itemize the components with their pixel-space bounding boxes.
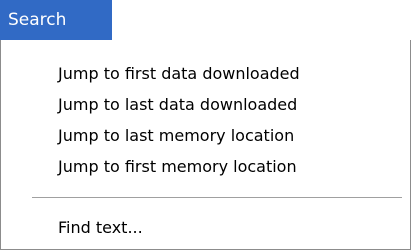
menu-item-jump-last-data[interactable]: Jump to last data downloaded — [1, 89, 410, 120]
menu-item-jump-first-data[interactable]: Jump to first data downloaded — [1, 58, 410, 89]
menu-item-find-text[interactable]: Find text... — [1, 212, 410, 243]
search-menu-title[interactable]: Search — [0, 0, 112, 40]
menu-item-jump-last-memory[interactable]: Jump to last memory location — [1, 120, 410, 151]
search-menu-dropdown: Jump to first data downloaded Jump to la… — [0, 40, 411, 250]
menu-separator — [32, 197, 402, 199]
menu-item-jump-first-memory[interactable]: Jump to first memory location — [1, 151, 410, 182]
